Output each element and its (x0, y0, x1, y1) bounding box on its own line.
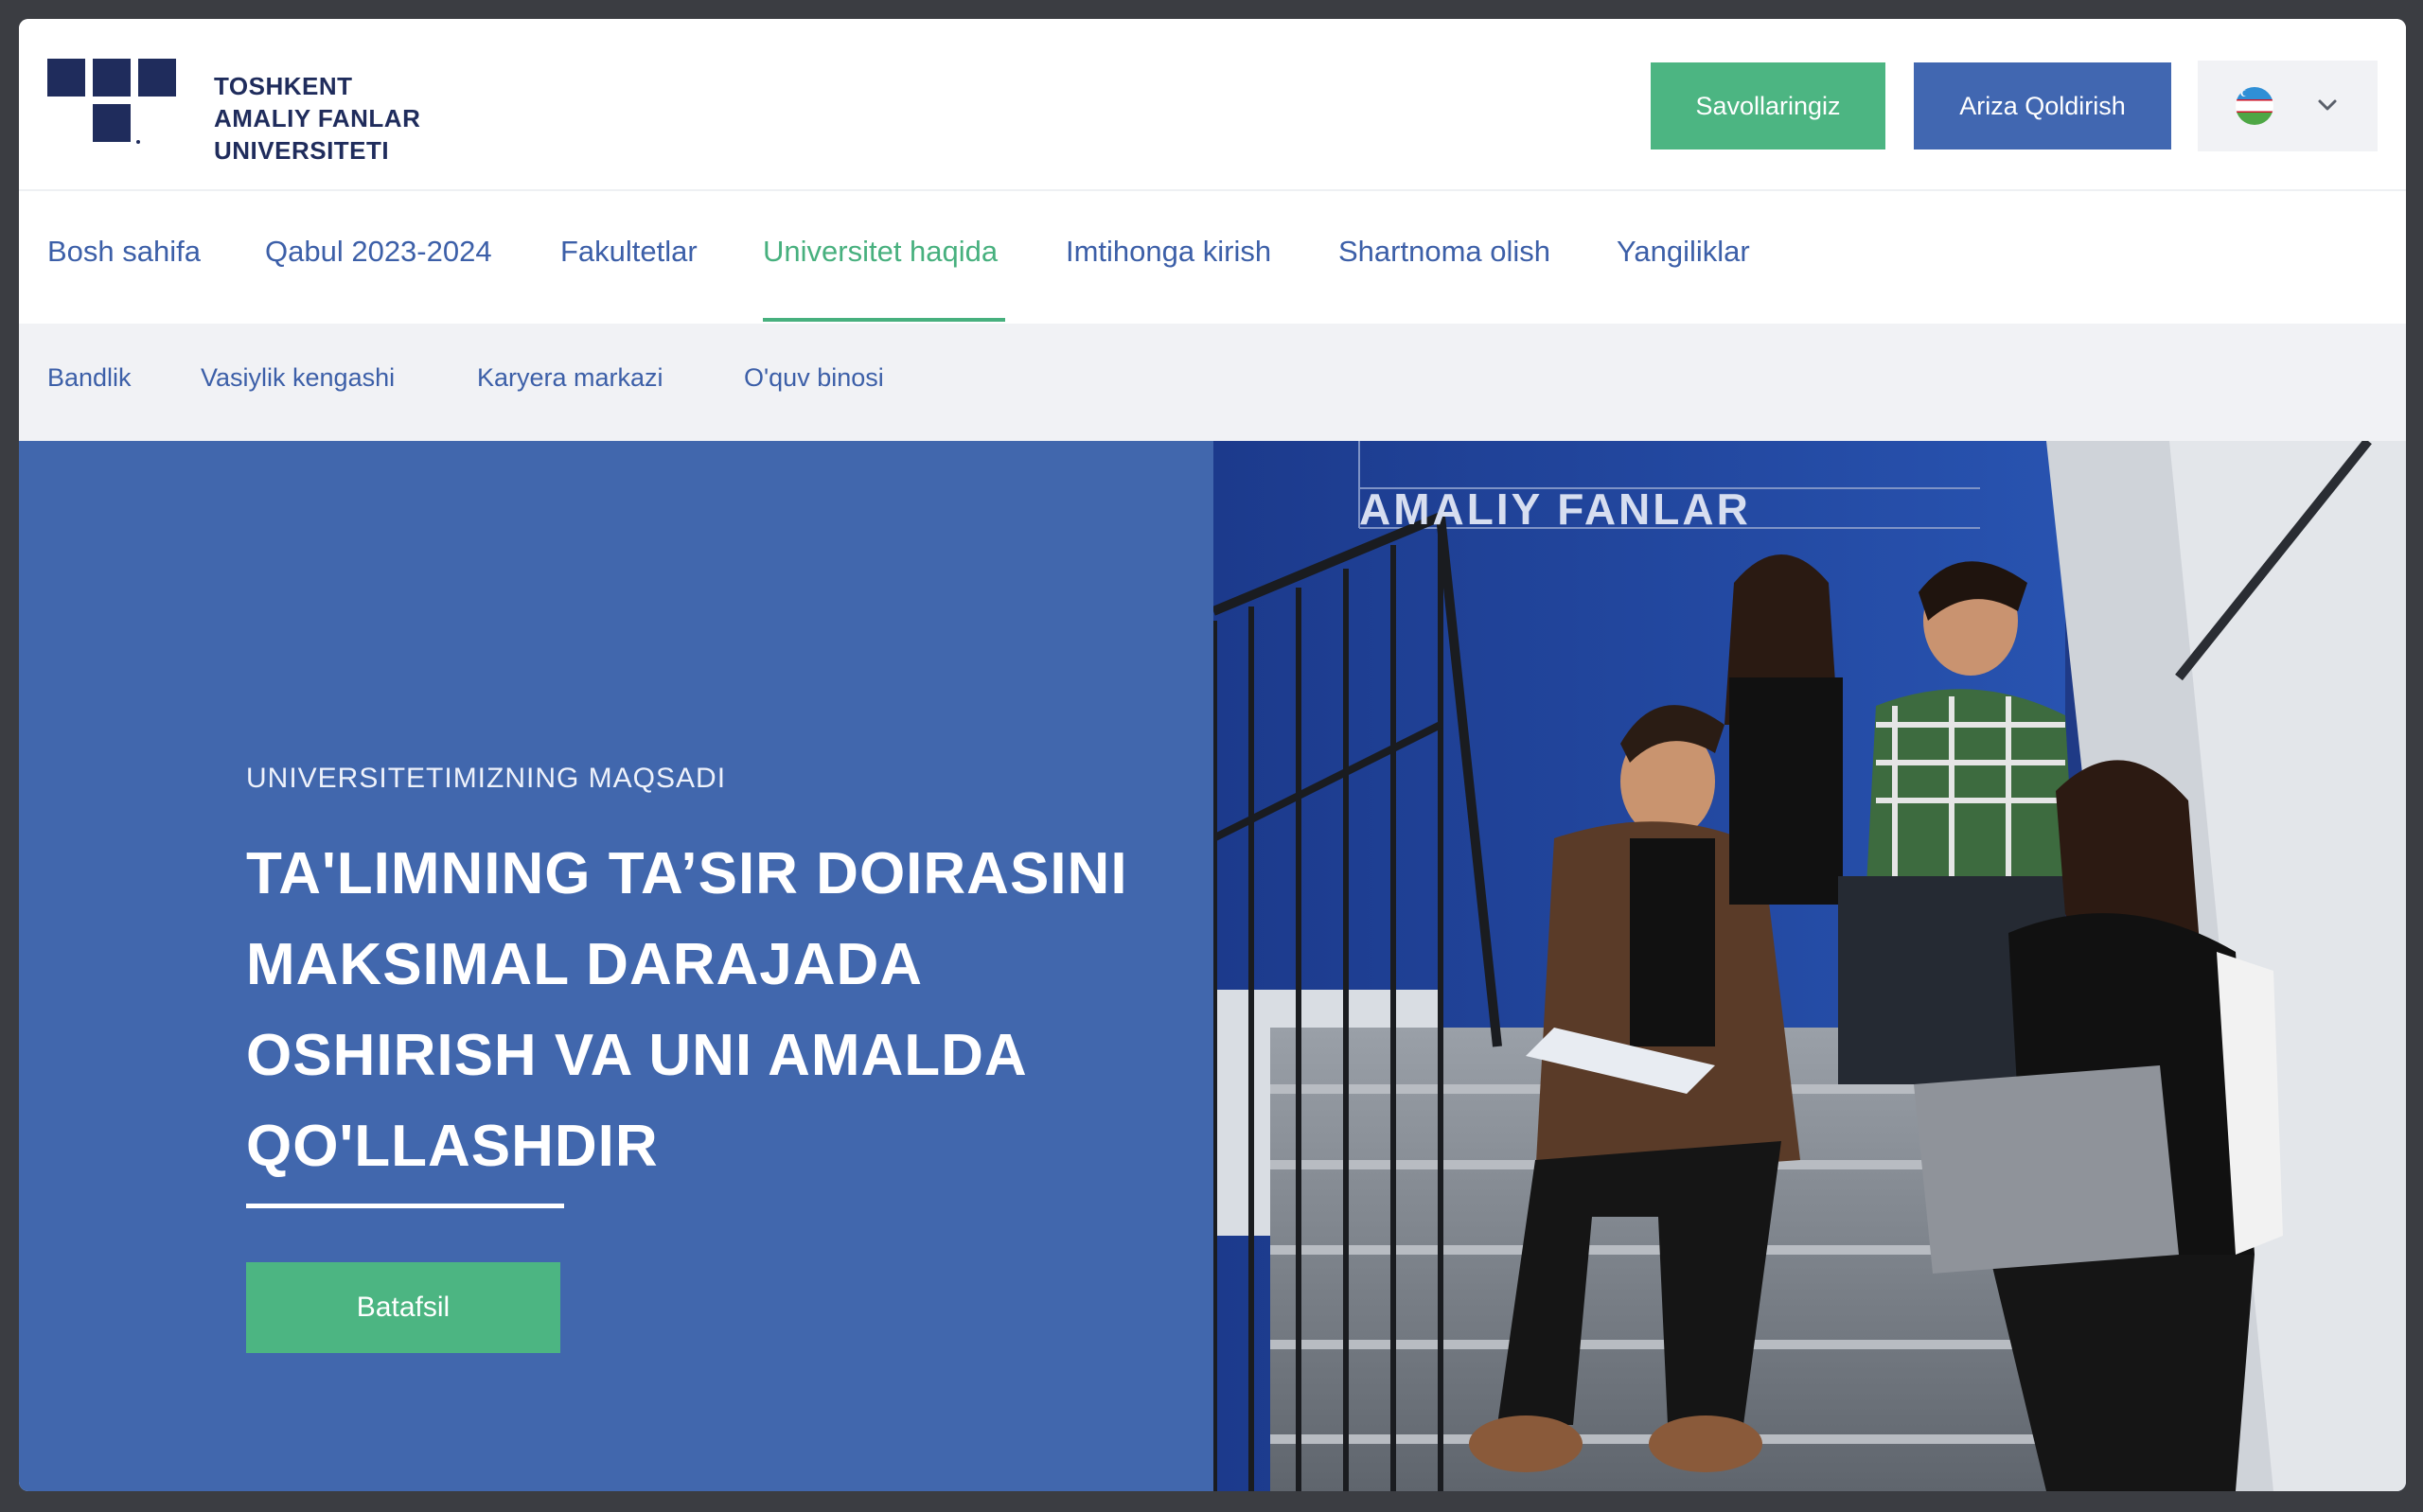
nav-item-home[interactable]: Bosh sahifa (47, 235, 201, 269)
sub-navigation: Bandlik Vasiylik kengashi Karyera markaz… (19, 324, 2406, 441)
logo-mark-icon (47, 59, 176, 144)
chevron-down-icon (2318, 99, 2337, 111)
nav-item-about-university[interactable]: Universitet haqida (763, 235, 998, 269)
nav-item-admission[interactable]: Qabul 2023-2024 (265, 235, 492, 269)
wall-sign-text: AMALIY FANLAR (1359, 484, 1751, 534)
nav-item-exam-entry[interactable]: Imtihonga kirish (1066, 235, 1271, 269)
nav-item-news[interactable]: Yangiliklar (1617, 235, 1750, 269)
active-nav-indicator (763, 318, 1005, 322)
students-on-stairs-image: AMALIY FANLAR (1213, 441, 2406, 1491)
subnav-item-employment[interactable]: Bandlik (47, 363, 132, 393)
site-header: TOSHKENT AMALIY FANLAR UNIVERSITETI Savo… (19, 19, 2406, 191)
nav-item-contract[interactable]: Shartnoma olish (1338, 235, 1550, 269)
browser-window: TOSHKENT AMALIY FANLAR UNIVERSITETI Savo… (19, 19, 2406, 1491)
main-navigation: Bosh sahifa Qabul 2023-2024 Fakultetlar … (19, 193, 2406, 324)
more-details-button[interactable]: Batafsil (246, 1262, 560, 1353)
headline-underline (246, 1204, 564, 1208)
hero-photo: AMALIY FANLAR (1213, 441, 2406, 1491)
nav-item-faculties[interactable]: Fakultetlar (560, 235, 698, 269)
apply-button[interactable]: Ariza Qoldirish (1914, 62, 2171, 149)
logo-line-3: UNIVERSITETI (214, 136, 390, 165)
logo-line-2: AMALIY FANLAR (214, 104, 421, 132)
hero-text-panel: UNIVERSITETIMIZNING MAQSADI TA'LIMNING T… (19, 441, 1213, 1491)
hero-eyebrow: UNIVERSITETIMIZNING MAQSADI (246, 763, 727, 794)
hero-headline: TA'LIMNING TA’SIR DOIRASINI MAKSIMAL DAR… (246, 841, 1128, 1179)
logo-text: TOSHKENT AMALIY FANLAR UNIVERSITETI (214, 70, 420, 167)
subnav-item-career-center[interactable]: Karyera markazi (477, 363, 663, 393)
questions-button[interactable]: Savollaringiz (1651, 62, 1885, 149)
subnav-item-study-building[interactable]: O'quv binosi (744, 363, 884, 393)
language-selector[interactable] (2198, 61, 2378, 151)
uzbekistan-flag-icon (2236, 87, 2273, 125)
logo-line-1: TOSHKENT (214, 72, 353, 100)
hero-section: UNIVERSITETIMIZNING MAQSADI TA'LIMNING T… (19, 441, 2406, 1491)
subnav-item-board-of-trustees[interactable]: Vasiylik kengashi (201, 363, 395, 393)
university-logo[interactable]: TOSHKENT AMALIY FANLAR UNIVERSITETI (47, 59, 445, 165)
